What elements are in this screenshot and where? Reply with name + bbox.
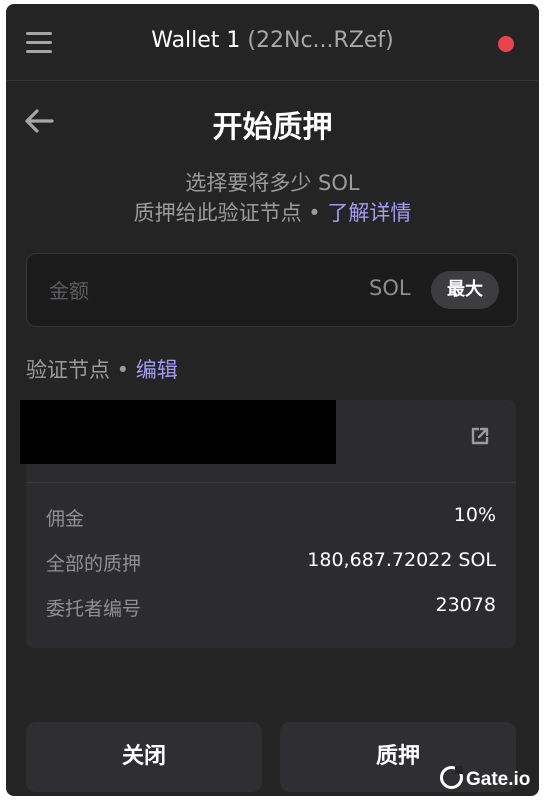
stake-description: 选择要将多少 SOL 质押给此验证节点 • 了解详情 [6, 168, 539, 228]
delegator-count-row: 委托者编号 23078 [46, 594, 496, 624]
close-button[interactable]: 关闭 [26, 722, 262, 792]
delegator-count-label: 委托者编号 [46, 598, 142, 620]
description-text: 质押给此验证节点 • [133, 201, 321, 225]
wallet-name: Wallet 1 [151, 28, 241, 53]
validator-name-redacted [20, 400, 336, 464]
learn-more-link[interactable]: 了解详情 [327, 201, 411, 225]
total-stake-row: 全部的质押 180,687.72022 SOL [46, 549, 496, 579]
amount-field-container: SOL 最大 [26, 253, 518, 327]
total-stake-value: 180,687.72022 SOL [307, 549, 496, 571]
description-line-2: 质押给此验证节点 • 了解详情 [6, 198, 539, 228]
wallet-address: (22Nc...RZef) [247, 28, 394, 53]
total-stake-label: 全部的质押 [46, 553, 142, 575]
validator-heading-label: 验证节点 • [26, 358, 130, 382]
external-link-icon[interactable] [470, 426, 490, 446]
validator-card: 佣金 10% 全部的质押 180,687.72022 SOL 委托者编号 230… [20, 400, 516, 648]
amount-unit-label: SOL [369, 276, 411, 300]
commission-value: 10% [453, 504, 496, 526]
card-divider [26, 482, 516, 483]
commission-row: 佣金 10% [46, 504, 496, 534]
top-bar: Wallet 1 (22Nc...RZef) [6, 4, 539, 81]
wallet-window: Wallet 1 (22Nc...RZef) 开始质押 选择要将多少 SOL 质… [6, 4, 539, 796]
page-title: 开始质押 [212, 110, 333, 145]
max-amount-button[interactable]: 最大 [431, 271, 499, 309]
edit-validator-link[interactable]: 编辑 [136, 358, 178, 382]
description-line-1: 选择要将多少 SOL [185, 171, 360, 195]
watermark-text: Gate.io [466, 769, 531, 790]
wallet-selector[interactable]: Wallet 1 (22Nc...RZef) [6, 28, 539, 53]
delegator-count-value: 23078 [435, 594, 496, 616]
validator-heading: 验证节点 • 编辑 [26, 354, 178, 384]
gate-logo-icon [440, 766, 463, 789]
gate-io-watermark-logo: Gate.io [440, 766, 530, 791]
commission-label: 佣金 [46, 508, 85, 530]
network-status-dot [498, 36, 514, 52]
amount-input[interactable] [47, 274, 311, 308]
